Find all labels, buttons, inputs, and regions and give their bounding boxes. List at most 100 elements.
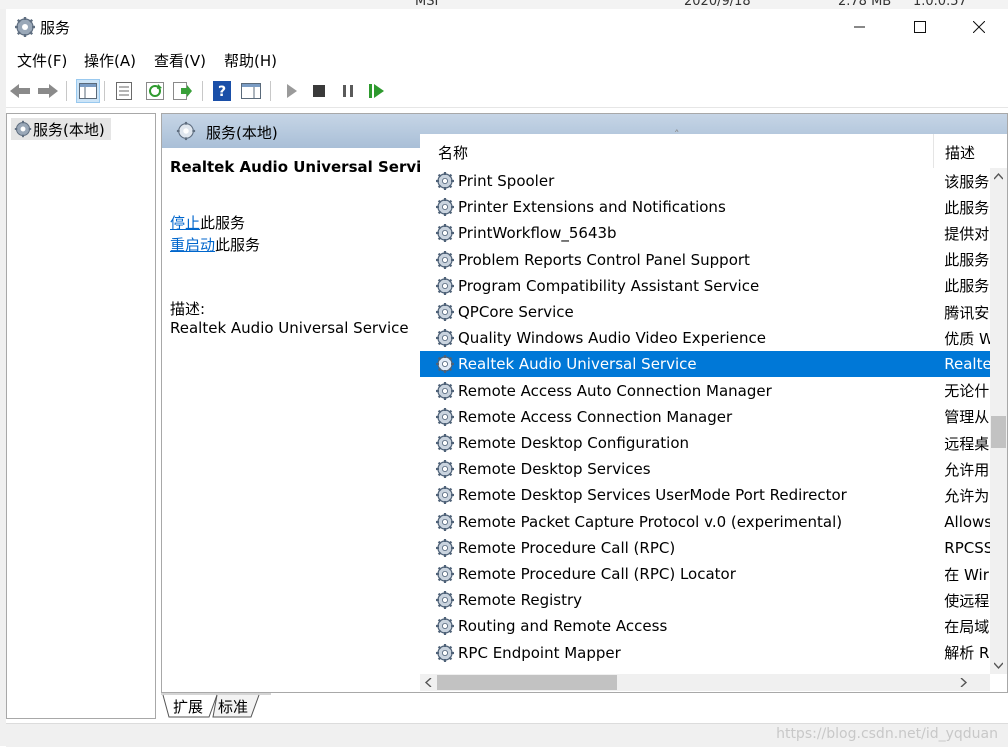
minimize-icon — [854, 26, 865, 28]
list-row[interactable]: Program Compatibility Assistant Service 此… — [420, 273, 990, 299]
list-row[interactable]: Printer Extensions and Notifications 此服务 — [420, 194, 990, 220]
title-bar[interactable]: 服务 — [6, 9, 1008, 45]
service-gear-icon — [436, 329, 454, 348]
scroll-right-icon[interactable] — [960, 678, 968, 687]
menu-bar: 文件(F) 操作(A) 查看(V) 帮助(H) — [6, 47, 1008, 71]
service-name-cell: Remote Procedure Call (RPC) Locator — [458, 565, 736, 583]
restart-service-link[interactable]: 重启动 — [170, 236, 215, 254]
toolbar-separator — [104, 81, 105, 101]
service-name-cell: QPCore Service — [458, 303, 574, 321]
service-gear-icon — [436, 591, 454, 610]
service-detail-panel: Realtek Audio Universal Service 停止此服务 重启… — [162, 148, 440, 692]
stop-icon — [313, 85, 325, 97]
help-button[interactable]: ? — [210, 79, 234, 103]
forward-arrow-icon — [38, 84, 58, 98]
vertical-scroll-thumb[interactable] — [991, 416, 1006, 448]
list-row[interactable]: Remote Access Connection Manager 管理从 — [420, 404, 990, 430]
tree-item-services-local[interactable]: 服务(本地) — [11, 118, 111, 140]
list-row[interactable]: Print Spooler 该服务 — [420, 168, 990, 194]
service-gear-icon — [436, 224, 454, 243]
window-title: 服务 — [40, 19, 71, 37]
column-header-name[interactable]: 名称 — [438, 142, 468, 163]
stop-service-suffix: 此服务 — [200, 214, 246, 232]
show-hide-tree-button[interactable] — [76, 79, 100, 103]
service-name-cell: Print Spooler — [458, 172, 555, 190]
list-row[interactable]: Remote Registry 使远程 — [420, 587, 990, 613]
list-row[interactable]: Quality Windows Audio Video Experience 优质… — [420, 325, 990, 351]
export-list-button[interactable] — [171, 79, 195, 103]
service-description-cell: 远程桌 — [944, 434, 990, 453]
show-action-pane-button[interactable] — [239, 79, 263, 103]
service-gear-icon — [436, 460, 454, 479]
list-row[interactable]: Remote Access Auto Connection Manager 无论什 — [420, 378, 990, 404]
menu-file[interactable]: 文件(F) — [17, 50, 67, 71]
selected-service-name: Realtek Audio Universal Service — [170, 158, 441, 176]
service-description-cell: 允许为 — [944, 486, 990, 505]
maximize-button[interactable] — [897, 9, 943, 45]
horizontal-scrollbar[interactable] — [420, 674, 990, 691]
service-description-cell: 在 Wir — [944, 565, 989, 584]
service-description-cell: 此服务 — [944, 277, 990, 296]
service-name-cell: Remote Access Connection Manager — [458, 407, 733, 426]
scroll-up-icon[interactable] — [994, 172, 1003, 180]
close-icon — [973, 21, 985, 33]
tab-standard[interactable]: 标准 — [218, 694, 248, 718]
menu-view[interactable]: 查看(V) — [154, 50, 206, 71]
service-gear-icon — [436, 407, 454, 426]
list-row[interactable]: Remote Desktop Services 允许用 — [420, 456, 990, 482]
service-name-cell: PrintWorkflow_5643b — [458, 224, 617, 243]
forward-button[interactable] — [36, 79, 60, 103]
service-description-cell: 管理从 — [944, 408, 990, 427]
service-gear-icon — [436, 303, 454, 321]
service-gear-icon — [436, 643, 454, 662]
service-description-cell: 此服务 — [944, 198, 990, 217]
restart-icon — [369, 84, 384, 98]
column-header-description[interactable]: 描述 — [945, 142, 975, 163]
close-button[interactable] — [956, 9, 1002, 45]
tree-item-label: 服务(本地) — [33, 120, 105, 139]
horizontal-scroll-thumb[interactable] — [437, 675, 617, 690]
list-row[interactable]: Routing and Remote Access 在局域 — [420, 613, 990, 639]
play-icon — [287, 84, 297, 98]
refresh-button[interactable] — [143, 79, 167, 103]
start-service-button[interactable] — [280, 79, 304, 103]
stop-service-link[interactable]: 停止 — [170, 214, 200, 232]
service-name-cell: Remote Procedure Call (RPC) — [458, 538, 676, 557]
menu-action[interactable]: 操作(A) — [84, 50, 136, 71]
properties-icon — [116, 82, 132, 100]
list-row-selected[interactable]: Realtek Audio Universal Service Realte — [420, 351, 990, 378]
service-gear-icon — [436, 538, 454, 557]
service-gear-icon — [436, 381, 454, 400]
toolbar-separator — [270, 81, 271, 101]
list-row[interactable]: Remote Desktop Services UserMode Port Re… — [420, 482, 990, 508]
list-row[interactable]: QPCore Service 腾讯安 — [420, 299, 990, 325]
background-text: MSI — [415, 0, 439, 9]
service-name-cell: Realtek Audio Universal Service — [458, 355, 697, 374]
restart-service-button[interactable] — [365, 79, 389, 103]
list-row[interactable]: Remote Procedure Call (RPC) RPCSS — [420, 535, 990, 561]
list-row[interactable]: Remote Procedure Call (RPC) Locator 在 Wir — [420, 561, 990, 587]
menu-help[interactable]: 帮助(H) — [224, 50, 277, 71]
list-row[interactable]: Remote Packet Capture Protocol v.0 (expe… — [420, 509, 990, 535]
minimize-button[interactable] — [837, 9, 883, 45]
service-name-cell: Remote Desktop Services UserMode Port Re… — [458, 486, 847, 505]
help-icon: ? — [213, 81, 231, 101]
service-description-cell: 优质 W — [944, 329, 990, 348]
column-divider — [933, 134, 934, 168]
stop-service-button[interactable] — [307, 79, 331, 103]
service-gear-icon — [436, 617, 454, 636]
scroll-down-icon[interactable] — [994, 662, 1003, 670]
pause-service-button[interactable] — [336, 79, 360, 103]
back-arrow-icon — [10, 84, 30, 98]
scroll-left-icon[interactable] — [424, 678, 432, 687]
list-row[interactable]: Problem Reports Control Panel Support 此服务 — [420, 247, 990, 273]
list-row[interactable]: Remote Desktop Configuration 远程桌 — [420, 430, 990, 456]
list-row[interactable]: RPC Endpoint Mapper 解析 R — [420, 640, 990, 666]
tab-extended[interactable]: 扩展 — [173, 694, 203, 718]
pause-icon — [343, 85, 353, 97]
properties-button[interactable] — [112, 79, 136, 103]
vertical-scrollbar[interactable] — [990, 168, 1007, 674]
back-button[interactable] — [8, 79, 32, 103]
list-row[interactable]: PrintWorkflow_5643b 提供对 — [420, 220, 990, 246]
background-text: 2.78 MB — [838, 0, 892, 9]
